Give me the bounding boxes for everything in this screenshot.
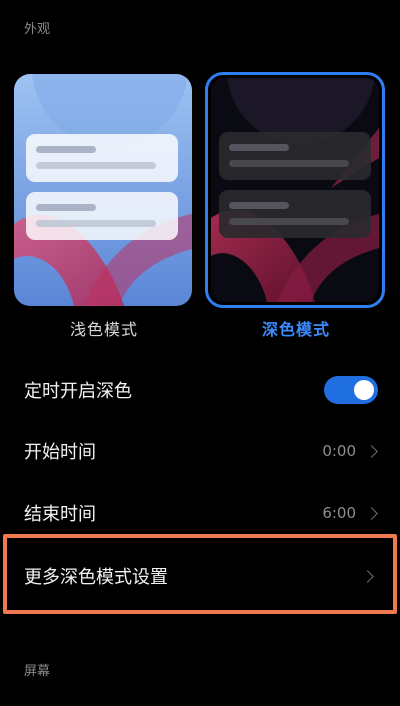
light-mode-wallpaper — [14, 74, 192, 306]
dark-mode-preview-card[interactable] — [205, 72, 385, 308]
section-header-appearance: 外观 — [24, 22, 51, 37]
light-mode-label[interactable]: 浅色模式 — [70, 316, 138, 340]
preview-notification-2 — [26, 192, 178, 240]
dark-mode-label[interactable]: 深色模式 — [262, 316, 330, 340]
start-time-row[interactable]: 开始时间 0:00 — [0, 421, 400, 481]
section-header-screen: 屏幕 — [24, 664, 51, 679]
end-time-label: 结束时间 — [24, 504, 96, 525]
dark-mode-wallpaper — [211, 78, 379, 302]
end-time-value: 6:00 — [322, 504, 356, 522]
chevron-right-icon — [365, 506, 378, 520]
schedule-dark-mode-row[interactable]: 定时开启深色 — [0, 360, 400, 420]
schedule-dark-mode-toggle[interactable] — [324, 376, 378, 404]
start-time-label: 开始时间 — [24, 442, 96, 463]
light-mode-preview-card[interactable] — [14, 74, 192, 306]
start-time-value: 0:00 — [322, 442, 356, 460]
chevron-right-icon — [365, 444, 378, 458]
preview-notification-1 — [26, 134, 178, 182]
schedule-dark-mode-label: 定时开启深色 — [24, 381, 132, 402]
preview-notification-1 — [219, 132, 371, 180]
highlight-box — [3, 534, 397, 614]
toggle-knob — [354, 380, 374, 400]
preview-notification-2 — [219, 190, 371, 238]
